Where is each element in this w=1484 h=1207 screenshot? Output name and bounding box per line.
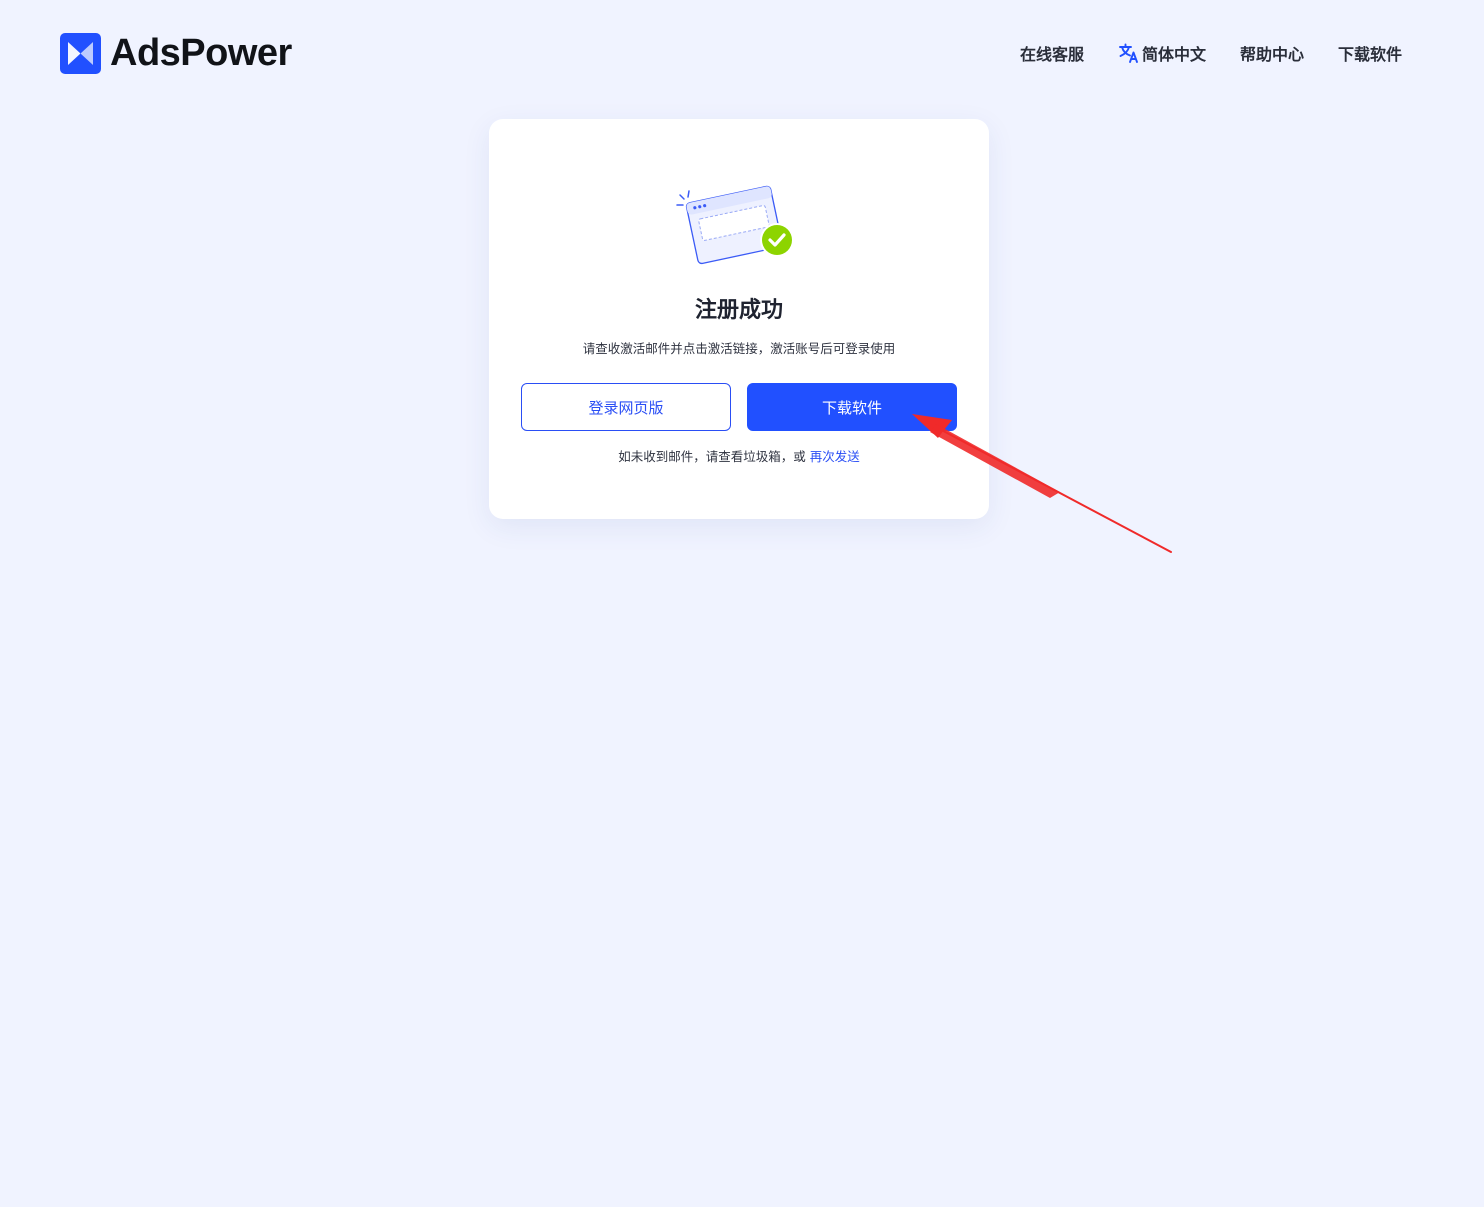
page: AdsPower 在线客服 简体中文 帮助中心 下载软件 注册成功 请查收激活邮… (0, 0, 1484, 1207)
header: AdsPower 在线客服 简体中文 帮助中心 下载软件 (0, 0, 1484, 106)
nav-online-support-label: 在线客服 (1019, 45, 1084, 64)
nav-language-label: 简体中文 (1141, 45, 1206, 64)
brand-name: AdsPower (110, 32, 292, 74)
browser-window-check-icon (676, 185, 794, 265)
nav-language-switch[interactable]: 简体中文 (1118, 41, 1206, 65)
registration-success-card: 注册成功 请查收激活邮件并点击激活链接，激活账号后可登录使用 登录网页版 下载软… (489, 119, 989, 519)
nav-online-support[interactable]: 在线客服 (1020, 41, 1084, 65)
email-not-received-note: 如未收到邮件，请查看垃圾箱，或 再次发送 (489, 447, 989, 467)
email-not-received-text: 如未收到邮件，请查看垃圾箱，或 (618, 449, 806, 464)
translate-icon (1119, 43, 1138, 63)
activation-instructions: 请查收激活邮件并点击激活链接，激活账号后可登录使用 (582, 341, 896, 356)
nav-download-software-label: 下载软件 (1337, 45, 1402, 64)
resend-email-link[interactable]: 再次发送 (810, 449, 860, 464)
success-title: 注册成功 (694, 298, 783, 323)
nav-help-center-label: 帮助中心 (1239, 45, 1304, 64)
nav-help-center[interactable]: 帮助中心 (1240, 41, 1304, 65)
brand-logo[interactable]: AdsPower (60, 32, 292, 74)
top-nav: 在线客服 简体中文 帮助中心 下载软件 (1020, 40, 1402, 66)
download-software-button[interactable]: 下载软件 (747, 383, 957, 431)
login-web-version-button[interactable]: 登录网页版 (521, 383, 731, 431)
adspower-logo-icon (60, 32, 101, 74)
nav-download-software[interactable]: 下载软件 (1338, 41, 1402, 65)
